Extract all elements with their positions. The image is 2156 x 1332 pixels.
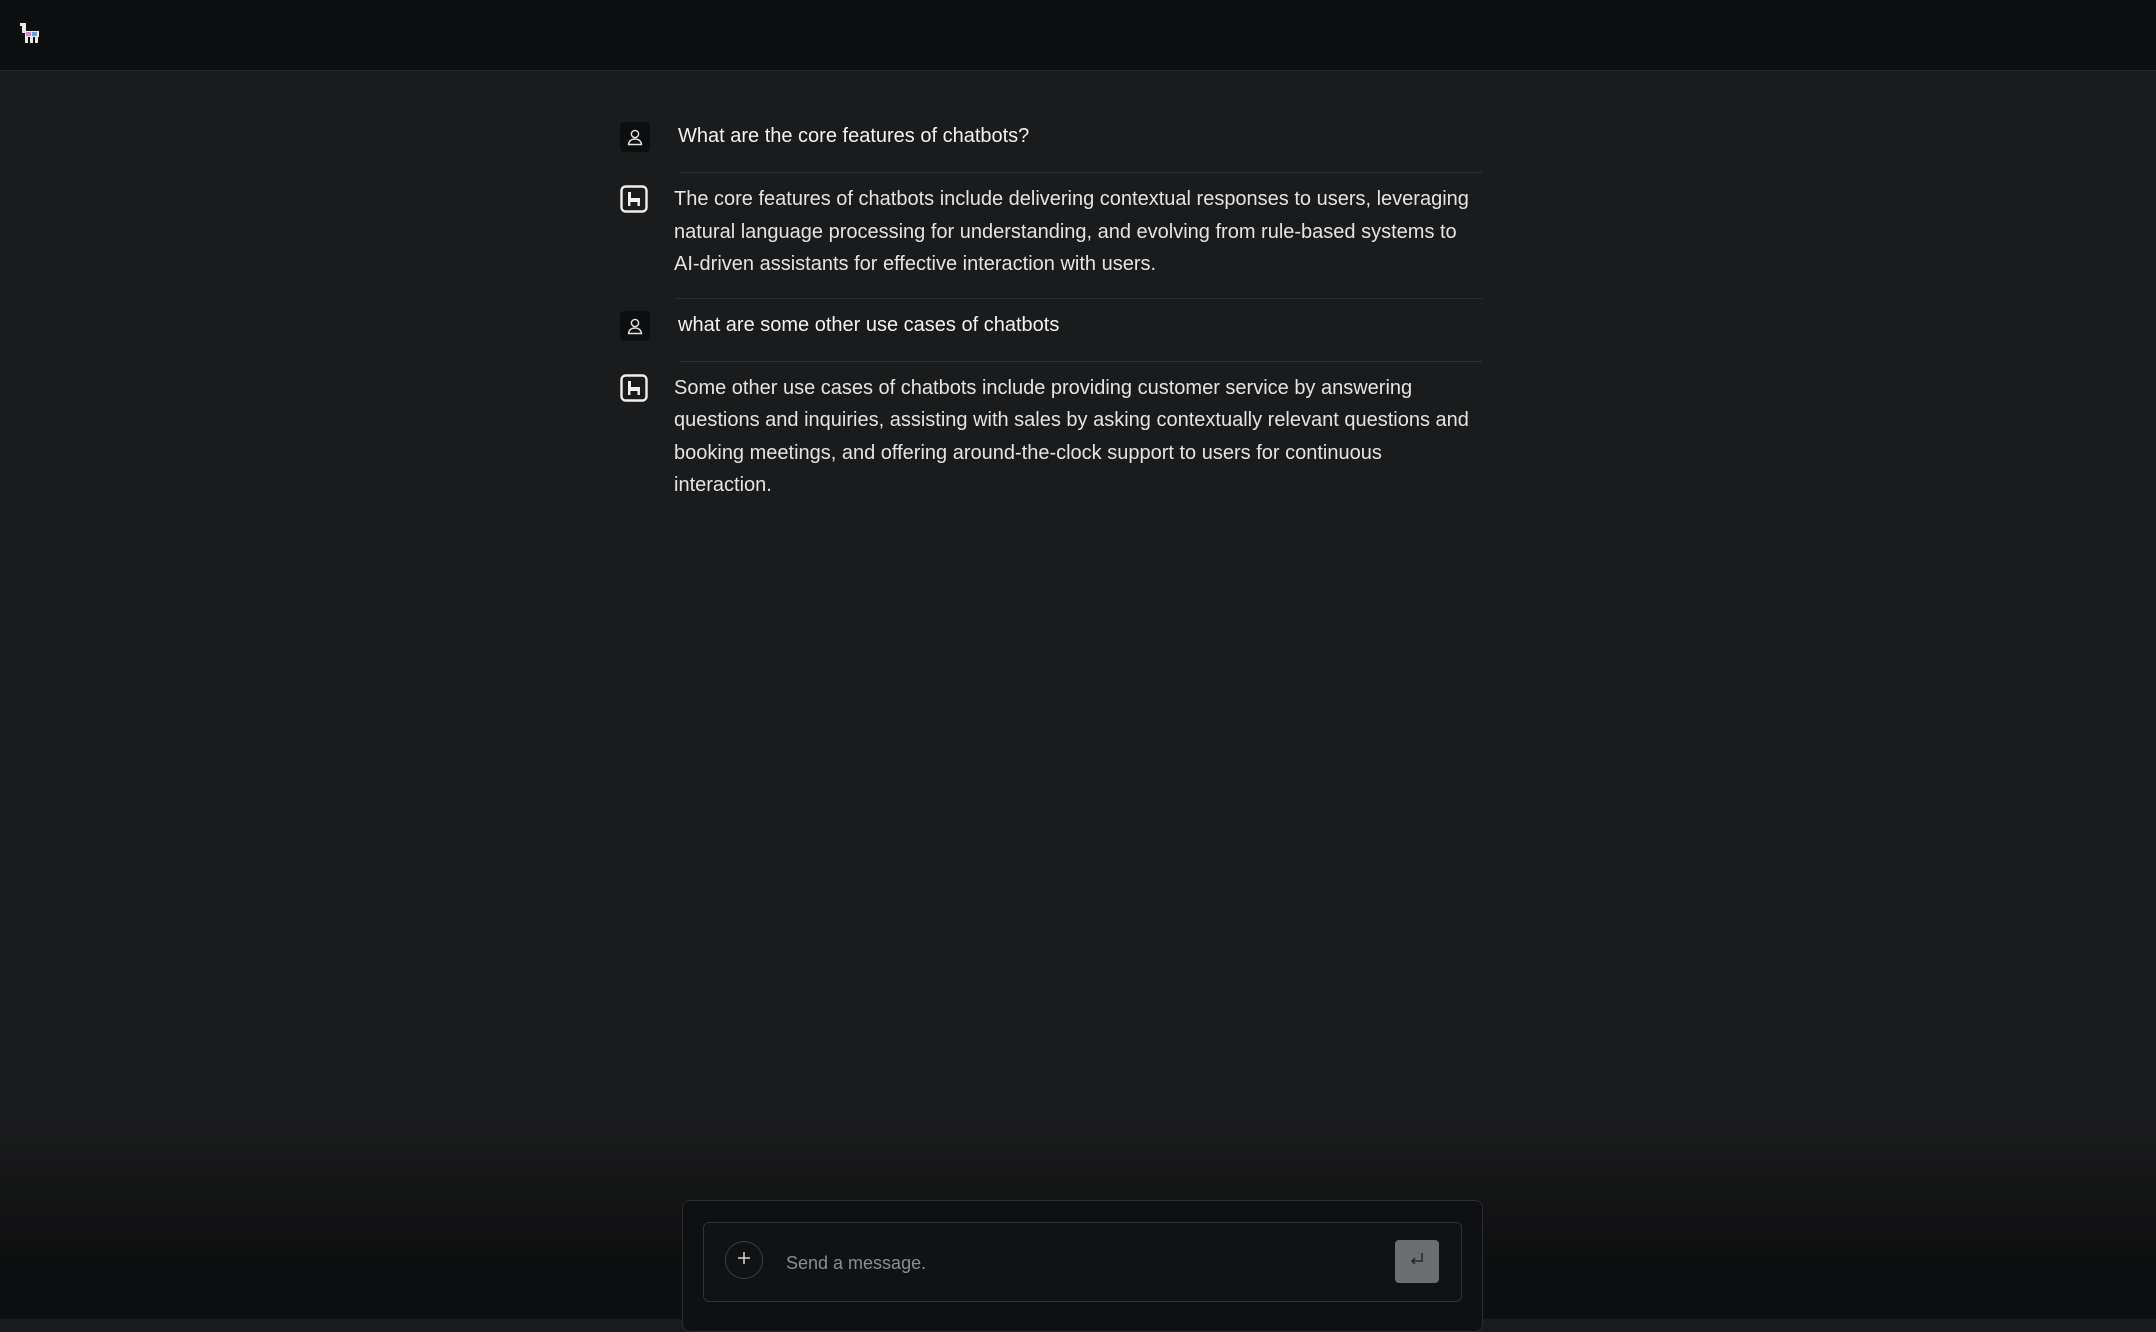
top-bar <box>0 0 2156 71</box>
attach-button[interactable] <box>725 1241 763 1279</box>
user-message: what are some other use cases of chatbot… <box>620 299 1482 362</box>
enter-icon <box>1408 1250 1426 1273</box>
assistant-message: Some other use cases of chatbots include… <box>620 362 1482 520</box>
user-message: What are the core features of chatbots? <box>620 110 1482 173</box>
user-icon <box>620 310 650 341</box>
message-composer <box>703 1222 1462 1302</box>
llama-icon <box>620 185 648 213</box>
assistant-message-text: The core features of chatbots include de… <box>674 188 1469 275</box>
plus-icon <box>736 1250 752 1271</box>
assistant-message-text: Some other use cases of chatbots include… <box>674 376 1469 497</box>
conversation: What are the core features of chatbots? … <box>620 110 1482 520</box>
send-button[interactable] <box>1395 1240 1439 1283</box>
llama-icon <box>620 373 648 402</box>
assistant-message: The core features of chatbots include de… <box>620 173 1482 299</box>
llama-logo-icon[interactable] <box>18 20 44 46</box>
user-icon <box>620 122 650 152</box>
user-message-text: What are the core features of chatbots? <box>678 125 1030 147</box>
message-input[interactable] <box>784 1247 1388 1279</box>
user-message-text: what are some other use cases of chatbot… <box>678 313 1060 336</box>
